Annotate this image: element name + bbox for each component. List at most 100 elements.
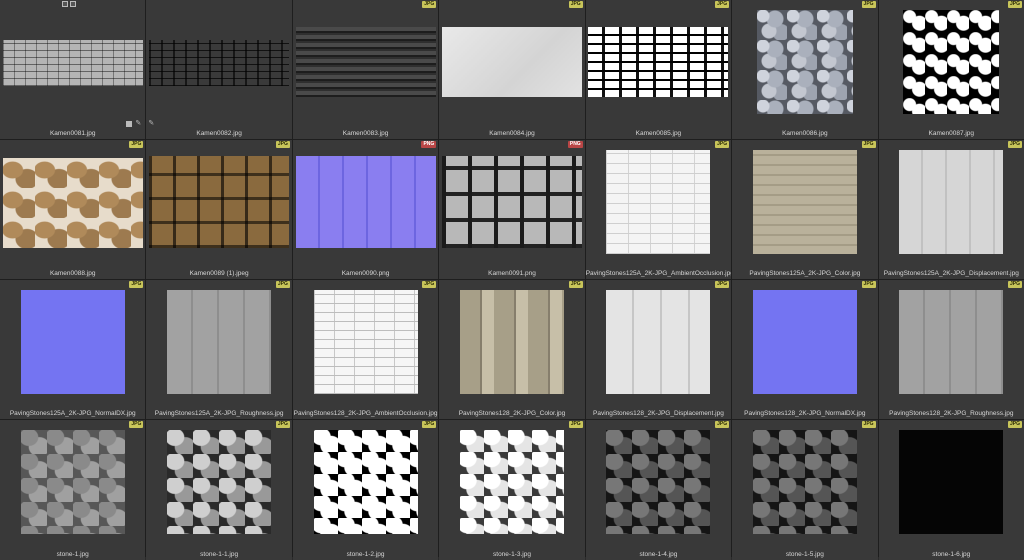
file-name-label: PavingStones125A_2K-JPG_Roughness.jpg	[154, 410, 284, 417]
thumbnail-cell[interactable]: JPG stone-1-5.jpg	[732, 420, 878, 560]
thumbnail-cell[interactable]: JPG PavingStones125A_2K-JPG_Color.jpg	[732, 140, 878, 279]
thumbnail-image[interactable]	[20, 430, 125, 534]
thumbnail-image[interactable]	[459, 290, 564, 394]
thumbnail-image[interactable]	[149, 40, 290, 86]
thumbnail-cell[interactable]: Kamen0081.jpg ✎	[0, 0, 146, 139]
thumbnail-image[interactable]	[459, 430, 564, 534]
thumbnail-cell[interactable]: JPG PavingStones125A_2K-JPG_NormalDX.jpg	[0, 280, 146, 419]
format-badge: JPG	[1007, 1, 1022, 8]
list-view-icon[interactable]	[70, 1, 76, 7]
thumbnail-image[interactable]	[756, 10, 853, 114]
file-name-label: Kamen0090.png	[341, 270, 390, 277]
file-name-label: PavingStones128_2K-JPG_Color.jpg	[458, 410, 566, 417]
format-badge: JPG	[1007, 281, 1022, 288]
thumbnail-cell[interactable]: JPG PavingStones125A_2K-JPG_AmbientOcclu…	[585, 140, 732, 279]
format-badge: JPG	[129, 421, 144, 428]
thumbnail-cell[interactable]: JPG PavingStones128_2K-JPG_NormalDX.jpg	[732, 280, 878, 419]
thumbnail-cell[interactable]: JPG Kamen0086.jpg	[732, 0, 878, 139]
edit-icon[interactable]: ✎	[135, 120, 141, 127]
thumbnail-image[interactable]	[441, 156, 582, 248]
thumbnail-cell[interactable]: JPG stone-1.jpg	[0, 420, 146, 560]
thumbnail-cell[interactable]: JPG Kamen0084.jpg	[439, 0, 585, 139]
thumbnail-cell[interactable]: JPG stone-1-4.jpg	[585, 420, 732, 560]
file-name-label: PavingStones125A_2K-JPG_AmbientOcclusion…	[585, 270, 732, 277]
thumbnail-image[interactable]	[899, 150, 1004, 254]
format-badge: JPG	[129, 281, 144, 288]
thumbnail-image[interactable]	[606, 290, 711, 394]
thumbnail-image[interactable]	[752, 430, 857, 534]
thumbnail-image[interactable]	[313, 290, 418, 394]
format-badge: PNG	[421, 141, 437, 148]
thumbnail-image[interactable]	[149, 156, 290, 248]
view-mode-icons[interactable]	[62, 1, 76, 7]
thumbnail-image[interactable]	[606, 150, 711, 254]
file-name-label: Kamen0085.jpg	[635, 130, 682, 137]
thumbnail-image[interactable]	[752, 290, 857, 394]
file-name-label: Kamen0087.jpg	[928, 130, 975, 137]
thumbnail-cell[interactable]: JPG Kamen0085.jpg	[585, 0, 732, 139]
format-badge: JPG	[422, 281, 437, 288]
thumbnail-cell[interactable]: JPG stone-1-2.jpg	[292, 420, 439, 560]
file-name-label: PavingStones125A_2K-JPG_NormalDX.jpg	[9, 410, 136, 417]
format-badge: JPG	[715, 421, 730, 428]
thumbnail-image[interactable]	[167, 430, 272, 534]
item-actions: ✎	[148, 120, 154, 127]
checkbox-icon[interactable]	[126, 121, 133, 127]
thumbnail-image[interactable]	[899, 430, 1004, 534]
file-name-label: Kamen0081.jpg	[49, 130, 96, 137]
thumbnail-image[interactable]	[295, 27, 436, 97]
thumbnail-cell[interactable]: JPG stone-1-6.jpg	[878, 420, 1024, 560]
thumbnail-image[interactable]	[2, 40, 143, 86]
thumbnail-image[interactable]	[903, 10, 1000, 114]
item-actions: ✎	[126, 120, 141, 127]
thumbnail-image[interactable]	[2, 158, 143, 248]
format-badge: JPG	[275, 281, 290, 288]
thumbnail-cell[interactable]: Kamen0082.jpg ✎	[146, 0, 292, 139]
file-name-label: Kamen0083.jpg	[342, 130, 389, 137]
thumbnail-cell[interactable]: JPG PavingStones125A_2K-JPG_Roughness.jp…	[146, 280, 292, 419]
thumbnail-image[interactable]	[441, 27, 582, 97]
file-name-label: Kamen0082.jpg	[196, 130, 242, 137]
thumbnail-cell[interactable]: PNG Kamen0090.png	[292, 140, 439, 279]
thumbnail-cell[interactable]: JPG Kamen0088.jpg	[0, 140, 146, 279]
format-badge: JPG	[129, 141, 144, 148]
file-name-label: Kamen0088.jpg	[49, 270, 96, 277]
thumbnail-cell[interactable]: JPG PavingStones125A_2K-JPG_Displacement…	[878, 140, 1024, 279]
file-name-label: PavingStones128_2K-JPG_Roughness.jpg	[889, 410, 1014, 417]
format-badge: JPG	[715, 141, 730, 148]
format-badge: JPG	[275, 421, 290, 428]
thumbnail-cell[interactable]: JPG PavingStones128_2K-JPG_Color.jpg	[439, 280, 585, 419]
thumbnail-cell[interactable]: JPG Kamen0087.jpg	[878, 0, 1024, 139]
format-badge: JPG	[861, 421, 876, 428]
thumbnail-cell[interactable]: PNG Kamen0091.png	[439, 140, 585, 279]
thumbnail-cell[interactable]: JPG PavingStones128_2K-JPG_Roughness.jpg	[878, 280, 1024, 419]
format-badge: PNG	[567, 141, 583, 148]
thumbnail-image[interactable]	[313, 430, 418, 534]
format-badge: JPG	[1007, 141, 1022, 148]
thumbnail-cell[interactable]: JPG Kamen0089 (1).jpeg	[146, 140, 292, 279]
format-badge: JPG	[568, 1, 583, 8]
file-name-label: Kamen0091.png	[488, 270, 536, 277]
file-name-label: PavingStones125A_2K-JPG_Color.jpg	[749, 270, 861, 277]
file-name-label: Kamen0084.jpg	[489, 130, 535, 137]
thumbnail-image[interactable]	[752, 150, 857, 254]
file-name-label: Kamen0089 (1).jpeg	[189, 270, 249, 277]
thumbnail-cell[interactable]: JPG stone-1-1.jpg	[146, 420, 292, 560]
thumbnail-image[interactable]	[167, 290, 272, 394]
grid-view-icon[interactable]	[62, 1, 68, 7]
thumbnail-image[interactable]	[20, 290, 125, 394]
thumbnail-image[interactable]	[899, 290, 1004, 394]
thumbnail-image[interactable]	[588, 27, 729, 97]
format-badge: JPG	[422, 1, 437, 8]
thumbnail-image[interactable]	[295, 156, 436, 248]
thumbnail-cell[interactable]: JPG PavingStones128_2K-JPG_Displacement.…	[585, 280, 732, 419]
thumbnail-cell[interactable]: JPG stone-1-3.jpg	[439, 420, 585, 560]
thumbnail-cell[interactable]: JPG PavingStones128_2K-JPG_AmbientOcclus…	[292, 280, 439, 419]
thumbnail-image[interactable]	[606, 430, 711, 534]
format-badge: JPG	[275, 141, 290, 148]
file-name-label: PavingStones125A_2K-JPG_Displacement.jpg	[883, 270, 1019, 277]
file-name-label: PavingStones128_2K-JPG_Displacement.jpg	[593, 410, 724, 417]
file-name-label: Kamen0086.jpg	[782, 130, 828, 137]
edit-icon[interactable]: ✎	[148, 120, 154, 127]
thumbnail-cell[interactable]: JPG Kamen0083.jpg	[292, 0, 439, 139]
